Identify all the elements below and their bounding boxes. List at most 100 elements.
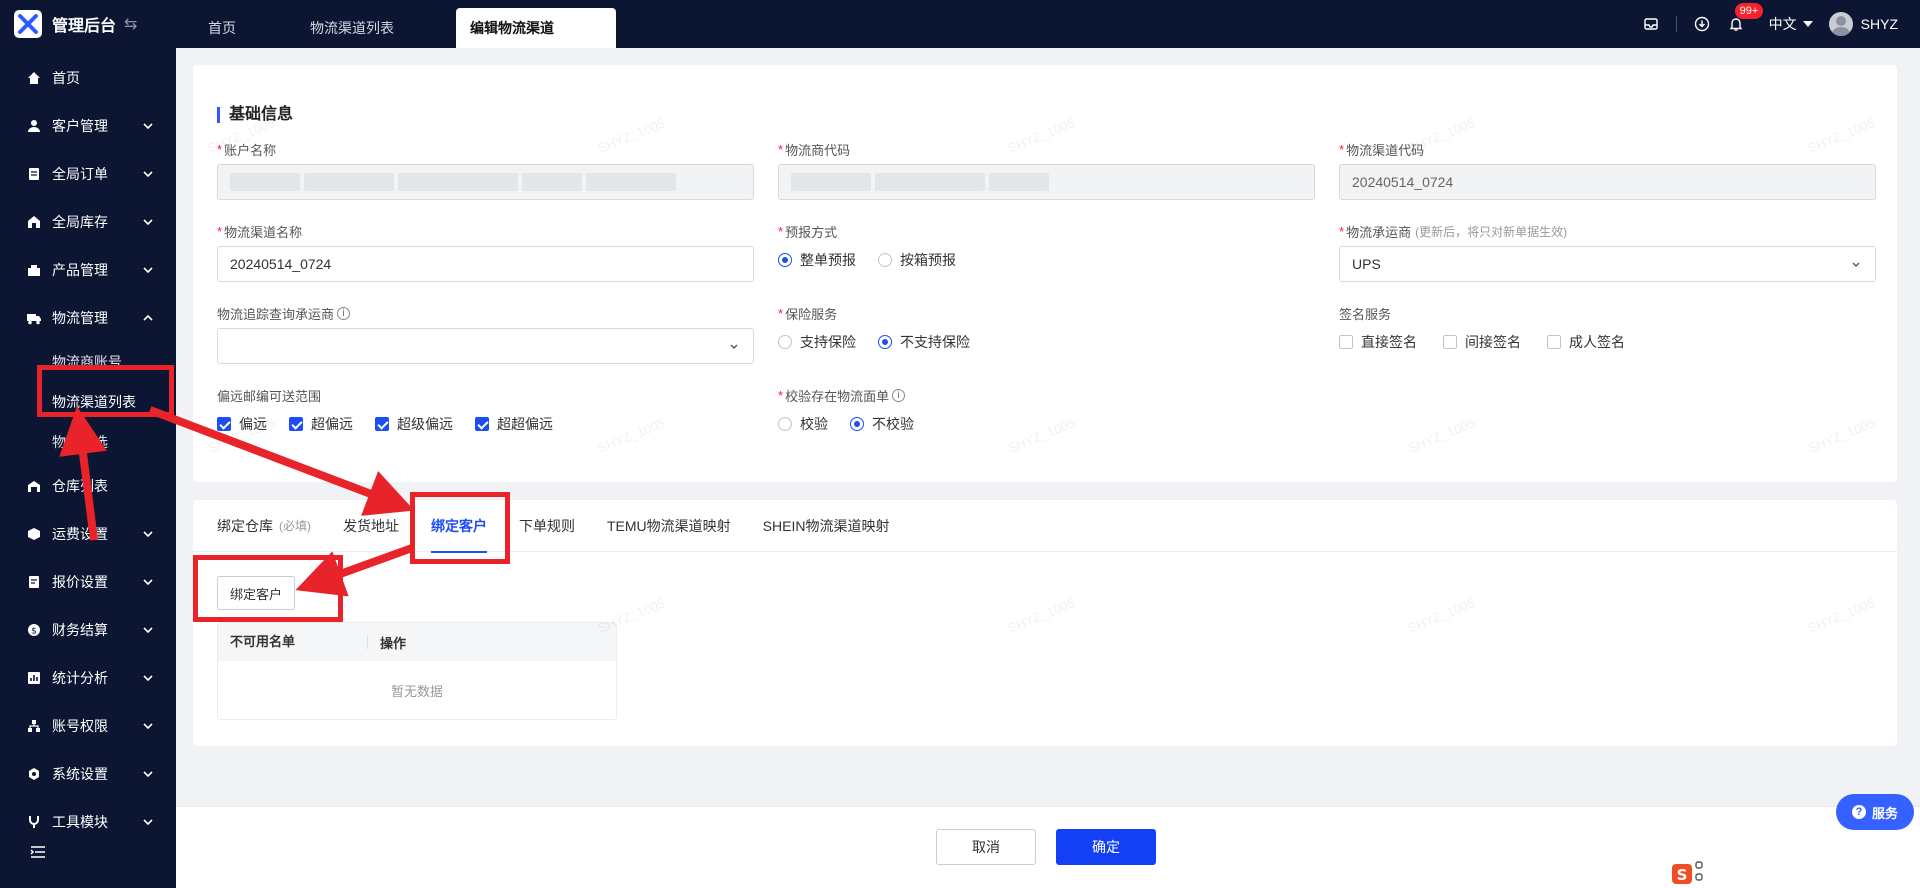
tracking-carrier-select[interactable] [217,328,754,364]
account-name-field: * 账户名称 [217,140,754,200]
sidebar-item-products[interactable]: 产品管理 [0,246,176,294]
provider-code-field: * 物流商代码 [778,140,1315,200]
sidebar-item-label: 产品管理 [52,262,108,278]
blocklist-table: 不可用名单 操作 暂无数据 [217,622,617,720]
sidebar-item-finance[interactable]: $ 财务结算 [0,606,176,654]
user-menu[interactable]: SHYZ [1828,12,1898,36]
org-icon [26,718,42,734]
checkbox-label: 偏远 [239,416,267,432]
logo-area[interactable]: 管理后台 ⇆ [0,10,176,38]
account-name-input[interactable] [217,164,754,200]
radio-checked [778,253,792,267]
chevron-down-icon [143,531,153,538]
tab-ship-address[interactable]: 发货地址 [343,500,399,552]
sidebar-item-label: 账号权限 [52,718,108,734]
channel-name-input[interactable]: 20240514_0724 [217,246,754,282]
remote-check-extra[interactable]: 超级偏远 [375,414,453,434]
sidebar-item-channel-list[interactable]: 物流渠道列表 [0,382,176,422]
tab-temu-mapping[interactable]: TEMU物流渠道映射 [607,500,731,552]
sidebar-item-freight[interactable]: 运费设置 [0,510,176,558]
forecast-radio-whole[interactable]: 整单预报 [778,250,856,270]
forecast-radio-box[interactable]: 按箱预报 [878,250,956,270]
footer-actions: 取消 确定 [176,806,1920,888]
signature-check-adult[interactable]: 成人签名 [1547,332,1625,352]
app-title: 管理后台 [52,18,117,35]
chevron-down-icon [143,675,153,682]
sidebar-item-tools[interactable]: 工具模块 [0,798,176,846]
checkbox-label: 直接签名 [1361,334,1417,350]
page-tabs: 首页 物流渠道列表 编辑物流渠道 [196,0,626,48]
info-icon[interactable]: i [337,306,351,320]
tab-label: 绑定仓库 [217,517,273,534]
chevron-down-icon [143,219,153,226]
sidebar-item-quotes[interactable]: 报价设置 [0,558,176,606]
sidebar-item-home[interactable]: 首页 [0,54,176,102]
sidebar-item-stock[interactable]: 全局库存 [0,198,176,246]
remote-check-super[interactable]: 超偏远 [289,414,353,434]
sidebar-item-label: 全局库存 [52,214,108,230]
channel-name-field: * 物流渠道名称 20240514_0724 [217,222,754,282]
confirm-button[interactable]: 确定 [1056,829,1156,865]
download-icon[interactable] [1693,15,1711,33]
chevron-down-icon [143,771,153,778]
ime-widget-icon[interactable]: S [1670,856,1706,888]
divider [1675,16,1677,32]
chevron-down-icon [143,819,153,826]
info-icon[interactable]: i [892,388,906,402]
remote-range-label: 偏远邮编可送范围 [217,388,322,404]
tab-edit-channel[interactable]: 编辑物流渠道 [456,8,616,48]
inbox-icon[interactable] [1642,15,1660,33]
sidebar-item-orders[interactable]: 全局订单 [0,150,176,198]
insurance-radio-none[interactable]: 不支持保险 [878,332,970,352]
signature-check-indirect[interactable]: 间接签名 [1443,332,1521,352]
sidebar-item-accounts[interactable]: 账号权限 [0,702,176,750]
radio-unchecked [778,417,792,431]
carrier-select[interactable]: UPS [1339,246,1876,282]
tab-order-rules[interactable]: 下单规则 [519,500,575,552]
help-icon: ? [1851,805,1866,819]
language-select[interactable]: 中文 [1769,14,1813,34]
cancel-button[interactable]: 取消 [936,829,1036,865]
tab-bind-customer[interactable]: 绑定客户 [431,500,487,553]
tracking-carrier-label: 物流追踪查询承运商 [217,306,335,322]
provider-code-label: 物流商代码 [785,142,851,158]
basic-info-card: 基础信息 * 账户名称 * 物流商代码 * 物流渠道代码 20240514_0724 [193,65,1897,482]
remote-check-remote[interactable]: 偏远 [217,414,267,434]
signature-label: 签名服务 [1339,306,1392,322]
chevron-down-icon [143,171,153,178]
sidebar-item-warehouses[interactable]: 仓库列表 [0,462,176,510]
avatar [1828,12,1853,36]
sidebar-item-logistics[interactable]: 物流管理 [0,294,176,342]
tab-home[interactable]: 首页 [196,8,248,48]
swap-icon[interactable]: ⇆ [124,14,137,34]
channel-code-input[interactable]: 20240514_0724 [1339,164,1876,200]
sidebar-item-logistics-preferred[interactable]: 物流优选 [0,422,176,462]
service-button[interactable]: ? 服务 [1836,794,1914,830]
signature-check-direct[interactable]: 直接签名 [1339,332,1417,352]
checkbox-checked [289,417,303,431]
checkbox-unchecked [1547,335,1561,349]
verify-radio-no[interactable]: 不校验 [850,414,914,434]
sidebar-item-settings[interactable]: 系统设置 [0,750,176,798]
provider-code-input[interactable] [778,164,1315,200]
tab-channel-list[interactable]: 物流渠道列表 [298,8,406,48]
sidebar-item-customers[interactable]: 客户管理 [0,102,176,150]
collapse-menu-icon[interactable] [30,845,46,862]
radio-checked [850,417,864,431]
bell-icon[interactable]: 99+ [1727,3,1764,33]
section-title: 基础信息 [217,107,293,123]
tab-shein-mapping[interactable]: SHEIN物流渠道映射 [763,500,890,552]
account-name-label: 账户名称 [224,142,277,158]
svg-text:S: S [1677,866,1688,884]
freight-icon [26,526,42,542]
remote-check-ultra[interactable]: 超超偏远 [475,414,553,434]
insurance-radio-support[interactable]: 支持保险 [778,332,856,352]
tab-bind-warehouse[interactable]: 绑定仓库 (必填) [217,500,311,552]
bind-customer-button[interactable]: 绑定客户 [217,576,296,610]
empty-state: 暂无数据 [390,683,443,699]
required-hint: (必填) [279,519,311,533]
sidebar-item-logistics-accounts[interactable]: 物流商账号 [0,342,176,382]
username: SHYZ [1860,16,1898,32]
sidebar-item-statistics[interactable]: 统计分析 [0,654,176,702]
verify-radio-yes[interactable]: 校验 [778,414,828,434]
